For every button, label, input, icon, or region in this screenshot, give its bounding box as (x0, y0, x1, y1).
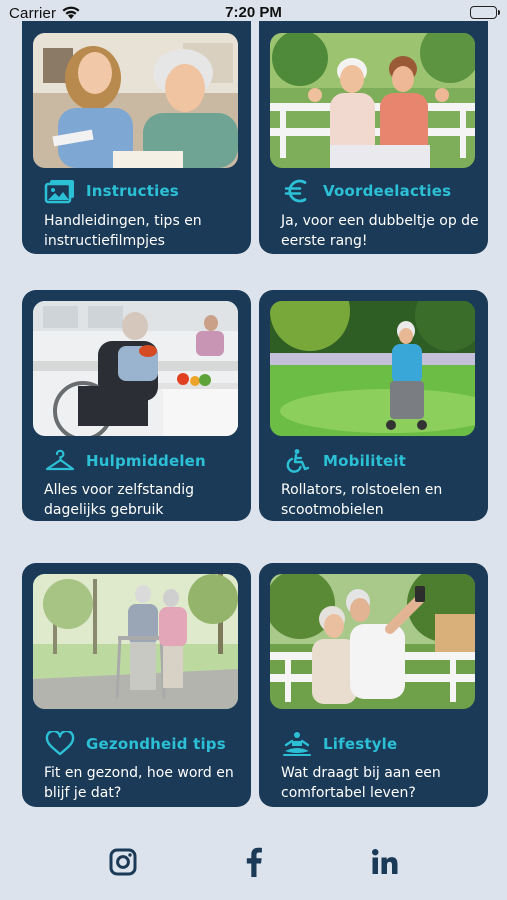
linkedin-icon[interactable] (369, 846, 401, 878)
wheelchair-icon (281, 448, 313, 474)
card-voordeelacties[interactable]: Voordeelacties Ja, voor een dubbeltje op… (259, 21, 488, 254)
status-time: 7:20 PM (225, 4, 282, 21)
card-title: Instructies (86, 182, 179, 200)
card-description: Handleidingen, tips en instructiefilmpje… (44, 213, 202, 249)
card-description: Wat draagt bij aan een comfortabel leven… (281, 765, 441, 801)
card-instructies-header: Instructies (44, 178, 179, 204)
couple-on-bench-selfie-photo (270, 574, 475, 709)
woman-helping-elderly-woman-photo (33, 33, 238, 168)
card-hulpmiddelen[interactable]: Hulpmiddelen Alles voor zelfstandig dage… (22, 290, 251, 521)
elderly-women-thumbs-up-photo (270, 33, 475, 168)
hanger-icon (44, 448, 76, 474)
heart-icon (44, 731, 76, 757)
instagram-icon[interactable] (107, 846, 139, 878)
card-title: Lifestyle (323, 735, 398, 753)
meditation-icon (281, 731, 313, 757)
card-lifestyle-header: Lifestyle (281, 731, 397, 757)
card-description: Ja, voor een dubbeltje op de eerste rang… (281, 213, 479, 249)
card-lifestyle[interactable]: Lifestyle Wat draagt bij aan een comfort… (259, 563, 488, 807)
social-links (0, 840, 507, 884)
battery-icon (470, 6, 500, 19)
card-voordeelacties-header: Voordeelacties (281, 178, 451, 204)
facebook-icon[interactable] (238, 846, 270, 878)
card-mobiliteit[interactable]: Mobiliteit Rollators, rolstoelen en scoo… (259, 290, 488, 521)
couple-walking-with-walker-photo (33, 574, 238, 709)
card-title: Voordeelacties (323, 182, 452, 200)
card-gezondheid-tips[interactable]: Gezondheid tips Fit en gezond, hoe word … (22, 563, 251, 807)
card-title: Hulpmiddelen (86, 452, 206, 470)
man-in-wheelchair-kitchen-photo (33, 301, 238, 436)
woman-with-rollator-park-photo (270, 301, 475, 436)
card-description: Fit en gezond, hoe word en blijf je dat? (44, 765, 234, 801)
card-instructies[interactable]: Instructies Handleidingen, tips en instr… (22, 21, 251, 254)
card-title: Gezondheid tips (86, 735, 226, 753)
card-title: Mobiliteit (323, 452, 407, 470)
card-mobiliteit-header: Mobiliteit (281, 448, 406, 474)
card-description: Alles voor zelfstandig dagelijks gebruik (44, 482, 195, 518)
card-hulpmiddelen-header: Hulpmiddelen (44, 448, 206, 474)
euro-icon (281, 178, 313, 204)
card-gezondheid-tips-header: Gezondheid tips (44, 731, 226, 757)
card-description: Rollators, rolstoelen en scootmobielen (281, 482, 443, 518)
image-gallery-icon (44, 178, 76, 204)
